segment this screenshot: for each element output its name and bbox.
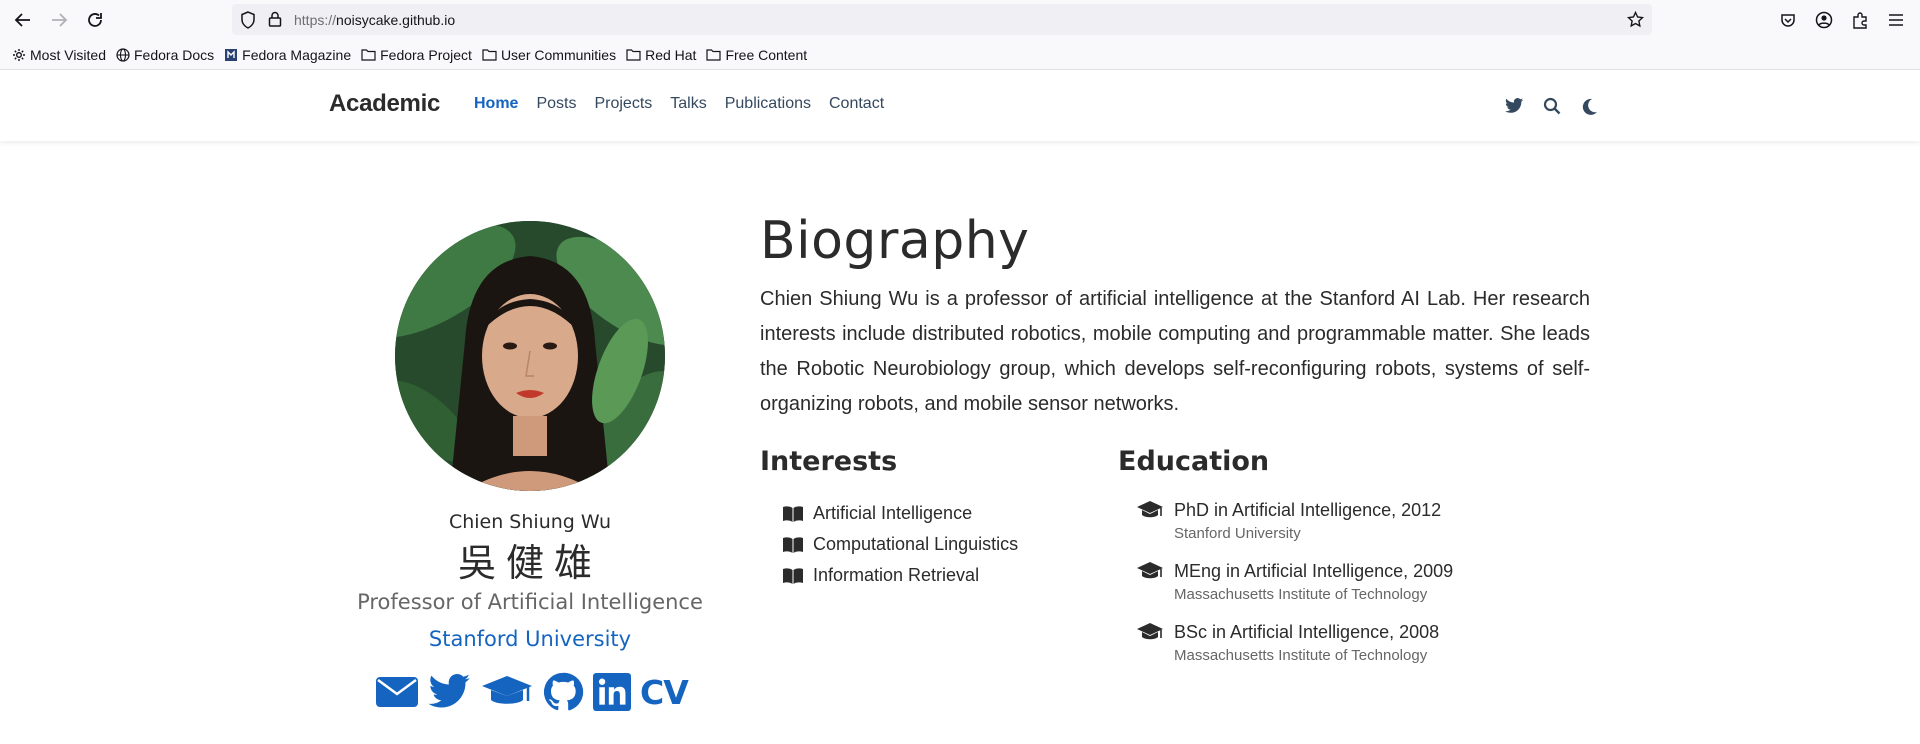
folder-icon xyxy=(626,49,641,61)
bookmark-fedora-project[interactable]: Fedora Project xyxy=(361,47,472,63)
book-icon xyxy=(783,505,803,522)
bookmark-label: Free Content xyxy=(725,46,808,63)
graduation-cap-icon[interactable] xyxy=(481,674,533,710)
biography-heading: Biography xyxy=(760,211,1030,271)
education-institution: Stanford University xyxy=(1174,525,1301,542)
navbar-icons xyxy=(1495,94,1609,118)
url-host: noisycake.github.io xyxy=(336,12,456,28)
globe-icon xyxy=(116,47,130,62)
dark-mode-moon-icon[interactable] xyxy=(1571,94,1609,118)
education-degree: PhD in Artificial Intelligence, 2012 xyxy=(1174,500,1442,520)
bookmark-label: User Communities xyxy=(500,46,617,63)
pocket-icon[interactable] xyxy=(1776,8,1800,32)
list-item: PhD in Artificial Intelligence, 2012 Sta… xyxy=(1136,498,1453,559)
social-links: CV xyxy=(375,672,697,712)
url-scheme: https:// xyxy=(294,12,337,28)
bookmark-fedora-docs[interactable]: Fedora Docs xyxy=(116,47,214,63)
main-menu: Home Posts Projects Talks Publications C… xyxy=(474,95,902,113)
lock-icon[interactable] xyxy=(268,11,282,32)
browser-toolbar: https://noisycake.github.io xyxy=(0,0,1920,40)
cv-link[interactable]: CV xyxy=(640,673,689,712)
education-degree: MEng in Artificial Intelligence, 2009 xyxy=(1174,561,1454,581)
bookmark-red-hat[interactable]: Red Hat xyxy=(626,47,696,63)
menu-home[interactable]: Home xyxy=(474,95,518,113)
menu-projects[interactable]: Projects xyxy=(594,95,652,113)
hamburger-menu-icon[interactable] xyxy=(1884,8,1908,32)
tracking-shield-icon[interactable] xyxy=(240,11,256,34)
search-icon[interactable] xyxy=(1533,94,1571,118)
twitter-icon[interactable] xyxy=(428,674,472,710)
bookmark-most-visited[interactable]: Most Visited xyxy=(12,47,106,63)
extensions-icon[interactable] xyxy=(1848,8,1872,32)
profile-role: Professor of Artificial Intelligence xyxy=(357,590,703,614)
folder-icon xyxy=(361,49,376,61)
education-heading: Education xyxy=(1118,446,1270,477)
bookmark-user-communities[interactable]: User Communities xyxy=(482,47,616,63)
url-text[interactable]: https://noisycake.github.io xyxy=(294,12,455,28)
list-item: Computational Linguistics xyxy=(782,529,1018,560)
fedora-magazine-icon xyxy=(225,48,238,61)
book-icon xyxy=(783,536,803,553)
bookmark-label: Fedora Project xyxy=(380,46,472,63)
gear-icon xyxy=(13,48,25,61)
linkedin-icon[interactable] xyxy=(593,673,631,711)
graduation-cap-icon xyxy=(1137,623,1163,640)
list-item: MEng in Artificial Intelligence, 2009 Ma… xyxy=(1136,559,1453,620)
bookmarks-bar: Most Visited Fedora Docs Fedora Magazine… xyxy=(0,40,1920,70)
avatar xyxy=(395,221,665,491)
forward-arrow-icon[interactable] xyxy=(47,8,71,32)
bookmark-label: Fedora Docs xyxy=(134,46,215,63)
bookmark-label: Red Hat xyxy=(645,46,697,63)
graduation-cap-icon xyxy=(1137,501,1163,518)
interest-label: Computational Linguistics xyxy=(813,534,1019,554)
bookmark-label: Most Visited xyxy=(30,46,106,63)
list-item: Artificial Intelligence xyxy=(782,498,1018,529)
github-icon[interactable] xyxy=(542,672,584,712)
menu-publications[interactable]: Publications xyxy=(725,95,811,113)
education-list: PhD in Artificial Intelligence, 2012 Sta… xyxy=(1136,498,1453,681)
list-item: Information Retrieval xyxy=(782,560,1018,591)
back-arrow-icon[interactable] xyxy=(11,8,35,32)
interest-label: Artificial Intelligence xyxy=(813,503,973,523)
interest-label: Information Retrieval xyxy=(813,565,980,585)
biography-text: Chien Shiung Wu is a professor of artifi… xyxy=(760,288,1590,415)
account-icon[interactable] xyxy=(1812,8,1836,32)
bookmark-fedora-magazine[interactable]: Fedora Magazine xyxy=(224,47,351,63)
education-institution: Massachusetts Institute of Technology xyxy=(1174,647,1428,664)
bookmark-label: Fedora Magazine xyxy=(242,46,352,63)
education-degree: BSc in Artificial Intelligence, 2008 xyxy=(1174,622,1440,642)
site-brand[interactable]: Academic xyxy=(329,90,440,118)
interests-list: Artificial Intelligence Computational Li… xyxy=(782,498,1018,591)
profile-name-chinese: 吳健雄 xyxy=(457,541,602,585)
education-institution: Massachusetts Institute of Technology xyxy=(1174,586,1428,603)
folder-icon xyxy=(706,49,722,61)
folder-icon xyxy=(482,49,497,61)
site-navbar: Academic Home Posts Projects Talks Publi… xyxy=(0,70,1920,141)
book-icon xyxy=(783,567,803,584)
profile-name: Chien Shiung Wu xyxy=(448,511,612,533)
interests-heading: Interests xyxy=(760,446,898,477)
bookmark-star-icon[interactable] xyxy=(1626,10,1645,33)
profile-organization-link[interactable]: Stanford University xyxy=(330,627,730,651)
graduation-cap-icon xyxy=(1137,562,1163,579)
menu-contact[interactable]: Contact xyxy=(829,95,884,113)
menu-posts[interactable]: Posts xyxy=(536,95,576,113)
email-icon[interactable] xyxy=(375,675,419,709)
url-bar[interactable]: https://noisycake.github.io xyxy=(232,4,1652,35)
list-item: BSc in Artificial Intelligence, 2008 Mas… xyxy=(1136,620,1453,681)
reload-icon[interactable] xyxy=(83,8,107,32)
bookmark-free-content[interactable]: Free Content xyxy=(706,47,807,63)
twitter-icon[interactable] xyxy=(1495,94,1533,118)
menu-talks[interactable]: Talks xyxy=(670,95,706,113)
